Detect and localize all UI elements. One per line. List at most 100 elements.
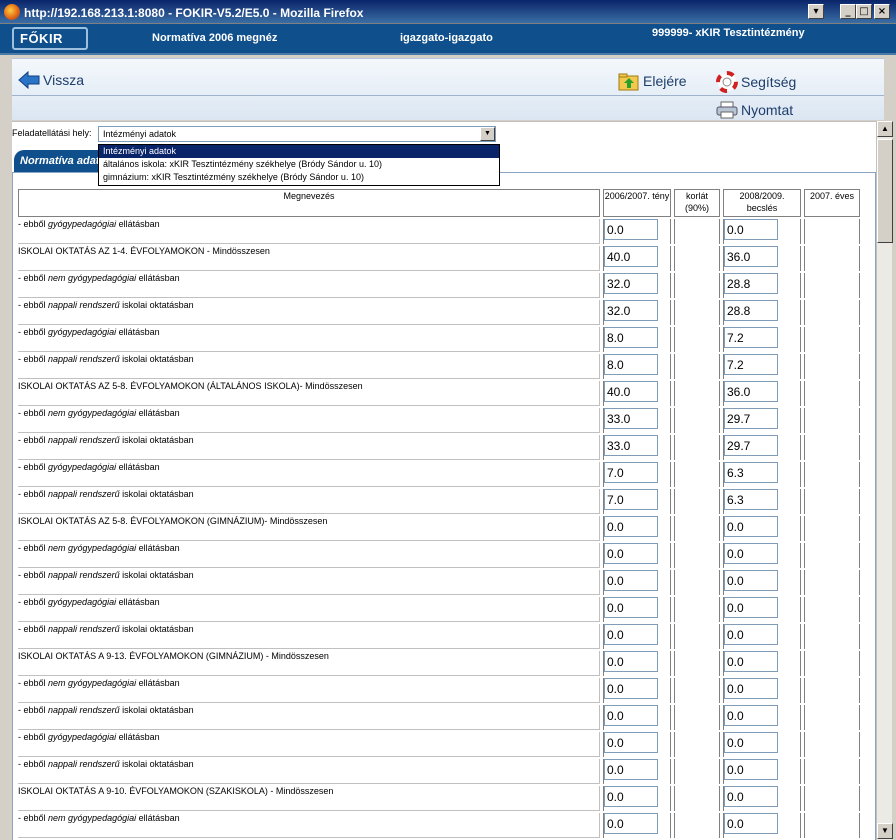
table-row: ISKOLAI OKTATÁS AZ 1-4. ÉVFOLYAMOKON - M…	[18, 246, 860, 271]
row-label-text: - ebből	[18, 462, 49, 472]
close-button[interactable]: ×	[874, 4, 890, 19]
value-input-2006-teny[interactable]: 7.0	[604, 462, 658, 483]
window-title: http://192.168.213.1:8080 - FOKIR-V5.2/E…	[24, 6, 364, 20]
minimize-button[interactable]: _	[840, 4, 856, 19]
value-input-2006-teny[interactable]: 0.0	[604, 543, 658, 564]
row-label-suffix: iskolai oktatásban	[119, 354, 194, 364]
cell-korlat	[674, 354, 720, 379]
top-button[interactable]: Elejére	[618, 71, 687, 94]
value-input-2008-becsles[interactable]: 7.2	[724, 327, 778, 348]
cell-2008-becsles: 6.3	[723, 489, 801, 514]
value-input-2006-teny[interactable]: 0.0	[604, 219, 658, 240]
value-input-2006-teny[interactable]: 7.0	[604, 489, 658, 510]
maximize-button[interactable]: □	[856, 4, 872, 19]
row-label-suffix: ellátásban	[136, 273, 180, 283]
vertical-scrollbar[interactable]: ▲ ▼	[876, 121, 893, 840]
scroll-thumb[interactable]	[877, 139, 893, 243]
value-input-2006-teny[interactable]: 32.0	[604, 273, 658, 294]
value-input-2006-teny[interactable]: 0.0	[604, 705, 658, 726]
row-label-suffix: ellátásban	[116, 327, 160, 337]
row-label: - ebből nem gyógypedagógiai ellátásban	[18, 273, 600, 298]
value-input-2008-becsles[interactable]: 6.3	[724, 462, 778, 483]
table-row: - ebből nappali rendszerű iskolai oktatá…	[18, 435, 860, 460]
value-input-2008-becsles[interactable]: 0.0	[724, 516, 778, 537]
cell-2006-teny: 0.0	[603, 786, 671, 811]
cell-2008-becsles: 28.8	[723, 273, 801, 298]
cell-2007-eves	[804, 408, 860, 433]
back-button[interactable]: Vissza	[18, 70, 84, 92]
cell-2006-teny: 32.0	[603, 300, 671, 325]
cell-2006-teny: 0.0	[603, 678, 671, 703]
value-input-2008-becsles[interactable]: 0.0	[724, 732, 778, 753]
row-label-text: - ebből	[18, 354, 49, 364]
scroll-up-icon[interactable]: ▲	[877, 121, 893, 137]
value-input-2008-becsles[interactable]: 36.0	[724, 246, 778, 267]
value-input-2006-teny[interactable]: 0.0	[604, 516, 658, 537]
value-input-2006-teny[interactable]: 0.0	[604, 759, 658, 780]
value-input-2006-teny[interactable]: 8.0	[604, 354, 658, 375]
value-input-2008-becsles[interactable]: 0.0	[724, 543, 778, 564]
value-input-2008-becsles[interactable]: 28.8	[724, 273, 778, 294]
print-button[interactable]: Nyomtat	[716, 101, 793, 122]
scroll-down-icon[interactable]: ▼	[877, 823, 893, 839]
institution-name: 999999- xKIR Tesztintézmény	[652, 27, 805, 39]
value-input-2006-teny[interactable]: 8.0	[604, 327, 658, 348]
value-input-2008-becsles[interactable]: 0.0	[724, 597, 778, 618]
row-label-emphasis: gyógypedagógiai	[48, 327, 117, 337]
value-input-2006-teny[interactable]: 40.0	[604, 381, 658, 402]
value-input-2006-teny[interactable]: 0.0	[604, 813, 658, 834]
dropdown-option[interactable]: általános iskola: xKIR Tesztintézmény sz…	[99, 158, 499, 171]
table-row: - ebből gyógypedagógiai ellátásban 0.0 0.0	[18, 597, 860, 622]
help-button[interactable]: Segítség	[716, 71, 796, 96]
chevron-down-icon[interactable]: ▼	[480, 127, 495, 141]
table-row: - ebből nappali rendszerű iskolai oktatá…	[18, 489, 860, 514]
value-input-2008-becsles[interactable]: 7.2	[724, 354, 778, 375]
value-input-2006-teny[interactable]: 33.0	[604, 408, 658, 429]
row-label-suffix: ellátásban	[136, 408, 180, 418]
cell-korlat	[674, 597, 720, 622]
cell-2007-eves	[804, 462, 860, 487]
value-input-2008-becsles[interactable]: 0.0	[724, 651, 778, 672]
value-input-2008-becsles[interactable]: 0.0	[724, 705, 778, 726]
value-input-2008-becsles[interactable]: 28.8	[724, 300, 778, 321]
value-input-2008-becsles[interactable]: 6.3	[724, 489, 778, 510]
row-label-suffix: iskolai oktatásban	[119, 489, 194, 499]
value-input-2008-becsles[interactable]: 0.0	[724, 219, 778, 240]
cell-2008-becsles: 29.7	[723, 408, 801, 433]
feladat-select[interactable]: Intézményi adatok ▼	[98, 126, 496, 142]
value-input-2006-teny[interactable]: 32.0	[604, 300, 658, 321]
value-input-2008-becsles[interactable]: 0.0	[724, 624, 778, 645]
cell-2007-eves	[804, 678, 860, 703]
value-input-2008-becsles[interactable]: 0.0	[724, 786, 778, 807]
system-menu-button[interactable]: ▾	[808, 4, 824, 19]
value-input-2006-teny[interactable]: 0.0	[604, 786, 658, 807]
row-label: - ebből nappali rendszerű iskolai oktatá…	[18, 489, 600, 514]
row-label: - ebből gyógypedagógiai ellátásban	[18, 597, 600, 622]
value-input-2006-teny[interactable]: 0.0	[604, 732, 658, 753]
value-input-2006-teny[interactable]: 0.0	[604, 597, 658, 618]
table-row: ISKOLAI OKTATÁS AZ 5-8. ÉVFOLYAMOKON (ÁL…	[18, 381, 860, 406]
row-label-text: - ebből	[18, 408, 49, 418]
table-row: - ebből nem gyógypedagógiai ellátásban 0.…	[18, 678, 860, 703]
row-label: - ebből nem gyógypedagógiai ellátásban	[18, 813, 600, 838]
row-label-emphasis: nappali rendszerű	[48, 759, 120, 769]
row-label-text: - ebből	[18, 219, 49, 229]
value-input-2008-becsles[interactable]: 36.0	[724, 381, 778, 402]
value-input-2006-teny[interactable]: 0.0	[604, 570, 658, 591]
value-input-2006-teny[interactable]: 40.0	[604, 246, 658, 267]
col-header-korlat: korlát (90%)	[674, 189, 720, 217]
value-input-2008-becsles[interactable]: 0.0	[724, 678, 778, 699]
cell-2008-becsles: 7.2	[723, 327, 801, 352]
value-input-2008-becsles[interactable]: 0.0	[724, 759, 778, 780]
value-input-2006-teny[interactable]: 0.0	[604, 624, 658, 645]
value-input-2006-teny[interactable]: 0.0	[604, 651, 658, 672]
value-input-2006-teny[interactable]: 33.0	[604, 435, 658, 456]
value-input-2008-becsles[interactable]: 29.7	[724, 435, 778, 456]
value-input-2008-becsles[interactable]: 0.0	[724, 813, 778, 834]
value-input-2008-becsles[interactable]: 29.7	[724, 408, 778, 429]
dropdown-option[interactable]: Intézményi adatok	[99, 145, 499, 158]
folder-up-icon	[618, 71, 640, 94]
value-input-2006-teny[interactable]: 0.0	[604, 678, 658, 699]
value-input-2008-becsles[interactable]: 0.0	[724, 570, 778, 591]
dropdown-option[interactable]: gimnázium: xKIR Tesztintézmény székhelye…	[99, 171, 499, 184]
